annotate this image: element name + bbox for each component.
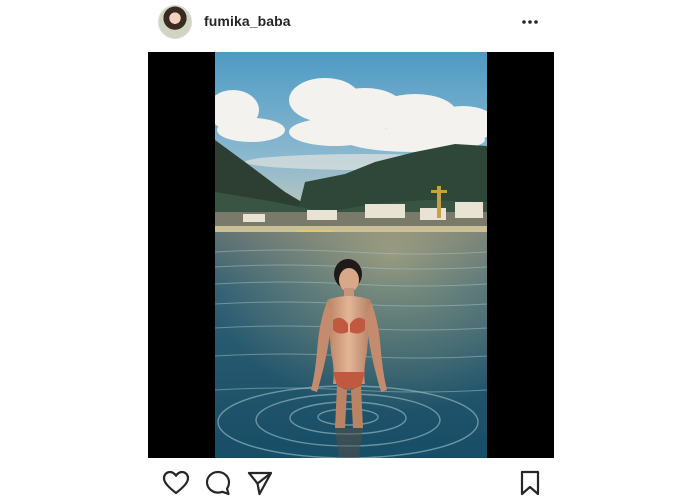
save-button[interactable] xyxy=(516,469,544,497)
post-photo xyxy=(215,52,487,458)
paper-plane-icon xyxy=(247,471,273,496)
heart-icon xyxy=(162,470,190,495)
user-avatar[interactable] xyxy=(158,5,192,39)
photo-illustration xyxy=(215,52,487,458)
comment-button[interactable] xyxy=(204,469,232,497)
instagram-post: fumika_baba xyxy=(0,0,700,500)
more-options-button[interactable] xyxy=(518,10,542,34)
more-horizontal-icon xyxy=(522,20,538,24)
like-button[interactable] xyxy=(162,469,190,497)
post-header: fumika_baba xyxy=(148,0,554,44)
username-link[interactable]: fumika_baba xyxy=(204,13,291,29)
comment-bubble-icon xyxy=(205,470,231,496)
share-button[interactable] xyxy=(246,469,274,497)
post-media[interactable] xyxy=(148,52,554,458)
post-actions xyxy=(148,466,554,500)
bookmark-icon xyxy=(520,470,540,496)
